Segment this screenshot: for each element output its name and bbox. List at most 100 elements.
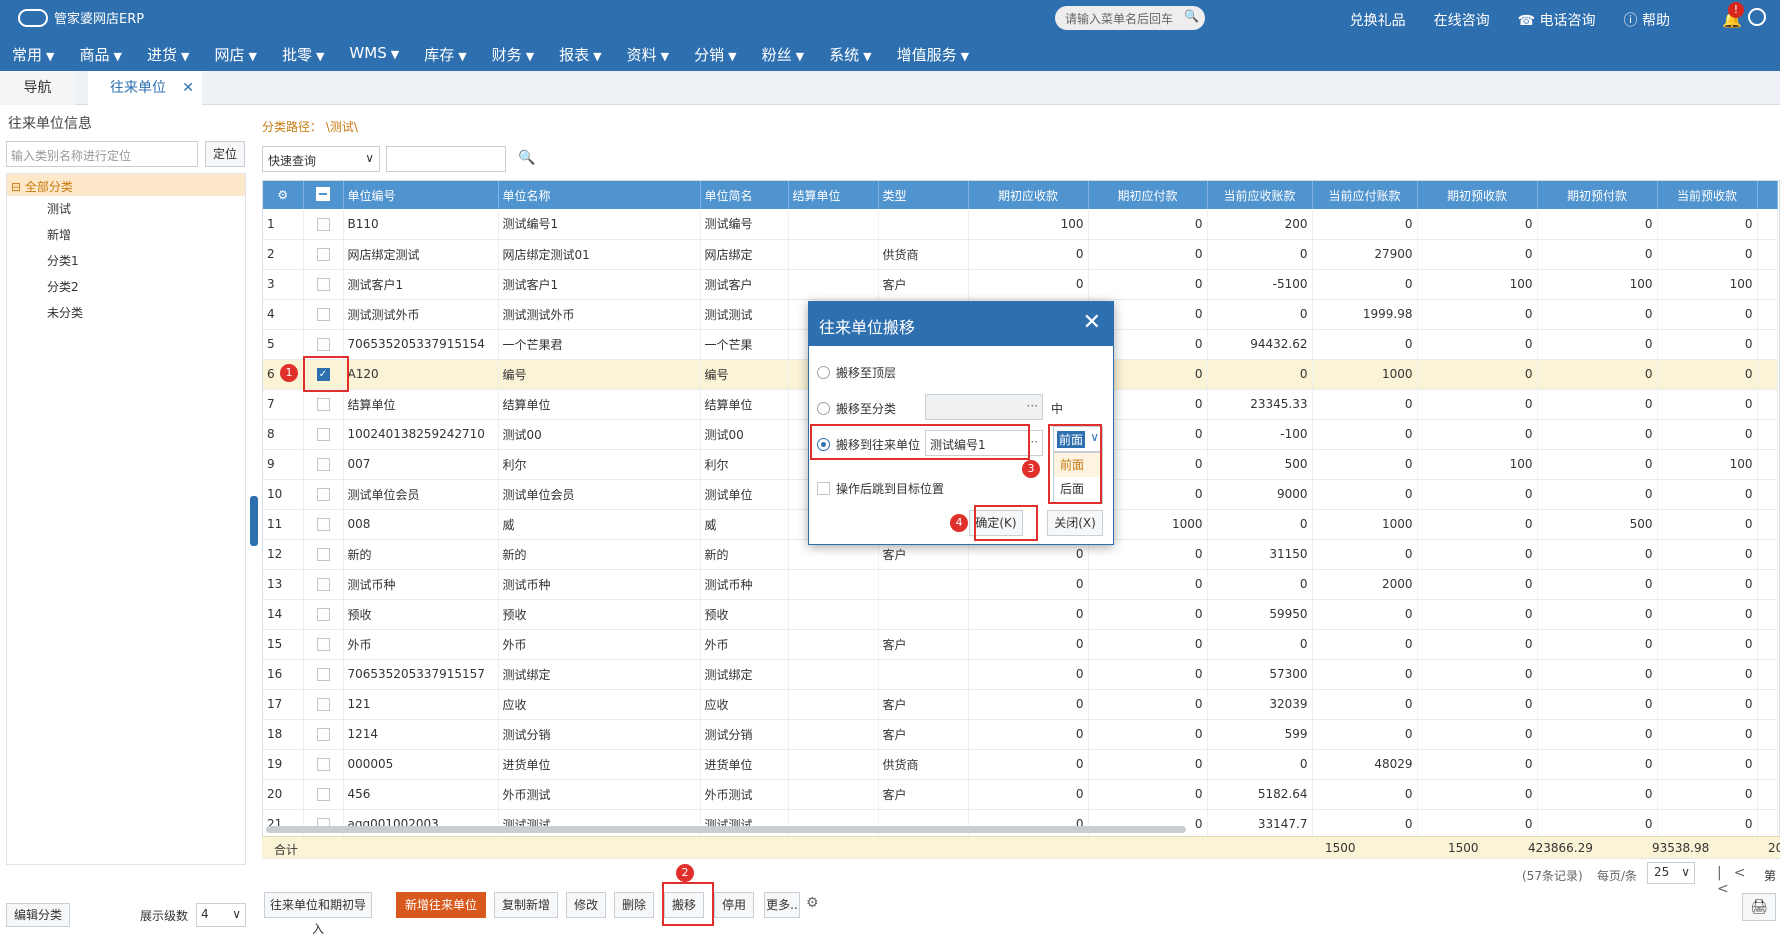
- menu-fans[interactable]: 粉丝 ▼: [762, 36, 815, 71]
- tree-root[interactable]: ⊟ 全部分类: [7, 174, 245, 196]
- menu-common[interactable]: 常用 ▼: [12, 36, 65, 71]
- col-cur-receivable[interactable]: 当前应收账款: [1207, 181, 1313, 209]
- per-page-select[interactable]: 25 ∨: [1647, 862, 1695, 884]
- menu-shop[interactable]: 网店 ▼: [214, 36, 267, 71]
- col-name[interactable]: 单位名称: [498, 181, 701, 209]
- table-row[interactable]: 14 预收 预收 预收 0 0 59950 0 0 0 0: [263, 599, 1778, 630]
- menu-stock[interactable]: 库存 ▼: [424, 36, 477, 71]
- row-checkbox[interactable]: [303, 569, 344, 600]
- phone-consult-link[interactable]: ☎ 电话咨询: [1518, 10, 1596, 30]
- table-row[interactable]: 16 706535205337915157 测试绑定 测试绑定 0 0 57300 0 0 0 0: [263, 659, 1778, 690]
- print-icon[interactable]: 🖨: [1742, 893, 1776, 921]
- col-code[interactable]: 单位编号: [343, 181, 499, 209]
- row-checkbox[interactable]: [303, 719, 344, 750]
- settings-gear-icon[interactable]: ⚙: [263, 181, 304, 209]
- col-init-payable[interactable]: 期初应付款: [1088, 181, 1208, 209]
- row-checkbox[interactable]: [303, 749, 344, 780]
- tree-node[interactable]: 分类1: [7, 248, 245, 274]
- online-consult-link[interactable]: 在线咨询: [1434, 10, 1490, 30]
- table-row[interactable]: 3 测试客户1 测试客户1 测试客户 客户 0 0 -5100 0 100 100 100: [263, 269, 1778, 300]
- row-checkbox[interactable]: [303, 809, 344, 840]
- col-init-prepay[interactable]: 期初预付款: [1537, 181, 1658, 209]
- category-search-input[interactable]: 输入类别名称进行定位: [6, 141, 198, 167]
- select-all-checkbox[interactable]: [303, 181, 344, 209]
- user-icon[interactable]: [1748, 8, 1766, 26]
- horizontal-scrollbar[interactable]: [266, 826, 1186, 833]
- import-button[interactable]: 往来单位和期初导入: [264, 892, 372, 936]
- more-button[interactable]: 更多..: [764, 892, 800, 918]
- quick-query-select[interactable]: 快速查询 ∨: [262, 146, 380, 172]
- col-init-receivable[interactable]: 期初应收款: [968, 181, 1089, 209]
- add-unit-button[interactable]: 新增往来单位: [396, 892, 486, 918]
- row-checkbox[interactable]: [303, 599, 344, 630]
- menu-purchase[interactable]: 进货 ▼: [147, 36, 200, 71]
- disable-button[interactable]: 停用: [714, 892, 754, 918]
- col-init-prereceive[interactable]: 期初预收款: [1417, 181, 1538, 209]
- tree-node[interactable]: 未分类: [7, 300, 245, 326]
- table-row[interactable]: 21 agg001002003 测试测试 测试测试 0 0 33147.7 0 0 0 0: [263, 809, 1778, 840]
- table-row[interactable]: 2 网店绑定测试 网店绑定测试01 网店绑定 供货商 0 0 0 27900 0 0 0: [263, 239, 1778, 270]
- row-checkbox[interactable]: [303, 419, 344, 450]
- tab-navigation[interactable]: 导航: [0, 71, 75, 105]
- tree-node[interactable]: 新增: [7, 222, 245, 248]
- close-icon[interactable]: ✕: [1083, 310, 1101, 335]
- jump-option[interactable]: 操作后跳到目标位置: [817, 480, 944, 497]
- gift-link[interactable]: 兑换礼品: [1350, 10, 1406, 30]
- row-checkbox[interactable]: [303, 689, 344, 720]
- tab-units[interactable]: 往来单位 ✕: [88, 71, 202, 105]
- table-row[interactable]: 19 000005 进货单位 进货单位 供货商 0 0 0 48029 0 0 0: [263, 749, 1778, 780]
- app-logo[interactable]: 管家婆网店ERP: [18, 8, 144, 27]
- option-move-category[interactable]: 搬移至分类: [817, 400, 896, 417]
- tree-node[interactable]: 分类2: [7, 274, 245, 300]
- menu-finance[interactable]: 财务 ▼: [492, 36, 545, 71]
- row-checkbox[interactable]: [303, 659, 344, 690]
- table-row[interactable]: 15 外币 外币 外币 客户 0 0 0 0 0 0 0: [263, 629, 1778, 660]
- menu-retail[interactable]: 批零 ▼: [282, 36, 335, 71]
- menu-search-input[interactable]: 请输入菜单名后回车 🔍: [1055, 6, 1205, 30]
- row-checkbox[interactable]: [303, 269, 344, 300]
- col-type[interactable]: 类型: [878, 181, 969, 209]
- option-move-top[interactable]: 搬移至顶层: [817, 364, 896, 381]
- col-cur-payable[interactable]: 当前应付账款: [1312, 181, 1418, 209]
- row-checkbox[interactable]: [303, 539, 344, 570]
- col-settle-unit[interactable]: 结算单位: [788, 181, 879, 209]
- menu-data[interactable]: 资料 ▼: [627, 36, 680, 71]
- menu-value-added[interactable]: 增值服务 ▼: [897, 36, 980, 71]
- row-checkbox[interactable]: [303, 389, 344, 420]
- delete-button[interactable]: 删除: [614, 892, 654, 918]
- menu-goods[interactable]: 商品 ▼: [79, 36, 132, 71]
- col-short-name[interactable]: 单位简名: [700, 181, 789, 209]
- help-link[interactable]: ⓘ 帮助: [1624, 10, 1670, 30]
- row-checkbox[interactable]: [303, 479, 344, 510]
- menu-report[interactable]: 报表 ▼: [559, 36, 612, 71]
- row-checkbox[interactable]: [303, 629, 344, 660]
- table-row[interactable]: 17 121 应收 应收 客户 0 0 32039 0 0 0 0: [263, 689, 1778, 720]
- level-select[interactable]: 4 ∨: [196, 903, 246, 927]
- col-cur-prereceive[interactable]: 当前预收款: [1657, 181, 1758, 209]
- row-checkbox[interactable]: [303, 329, 344, 360]
- tree-node[interactable]: 测试: [7, 196, 245, 222]
- collapse-panel-handle[interactable]: [250, 496, 258, 546]
- table-row[interactable]: 18 1214 测试分销 测试分销 客户 0 0 599 0 0 0 0: [263, 719, 1778, 750]
- table-row[interactable]: 13 测试币种 测试币种 测试币种 0 0 0 2000 0 0 0: [263, 569, 1778, 600]
- menu-wms[interactable]: WMS ▼: [349, 36, 410, 71]
- edit-button[interactable]: 修改: [566, 892, 606, 918]
- search-icon[interactable]: 🔍: [518, 150, 535, 166]
- search-icon[interactable]: 🔍: [1184, 9, 1199, 23]
- locate-button[interactable]: 定位: [205, 141, 245, 167]
- row-checkbox[interactable]: [303, 239, 344, 270]
- row-checkbox[interactable]: [303, 779, 344, 810]
- menu-distribution[interactable]: 分销 ▼: [694, 36, 747, 71]
- menu-system[interactable]: 系统 ▼: [829, 36, 882, 71]
- row-checkbox[interactable]: [303, 509, 344, 540]
- close-tab-icon[interactable]: ✕: [182, 71, 194, 105]
- row-checkbox[interactable]: [303, 449, 344, 480]
- copy-add-button[interactable]: 复制新增: [494, 892, 558, 918]
- bell-icon[interactable]: 🔔 !: [1720, 2, 1744, 29]
- query-input[interactable]: [386, 146, 506, 172]
- close-button[interactable]: 关闭(X): [1047, 510, 1103, 536]
- settings-gear-icon[interactable]: ⚙: [806, 895, 819, 911]
- row-checkbox[interactable]: [303, 209, 344, 240]
- edit-category-button[interactable]: 编辑分类: [6, 903, 70, 927]
- row-checkbox[interactable]: [303, 299, 344, 330]
